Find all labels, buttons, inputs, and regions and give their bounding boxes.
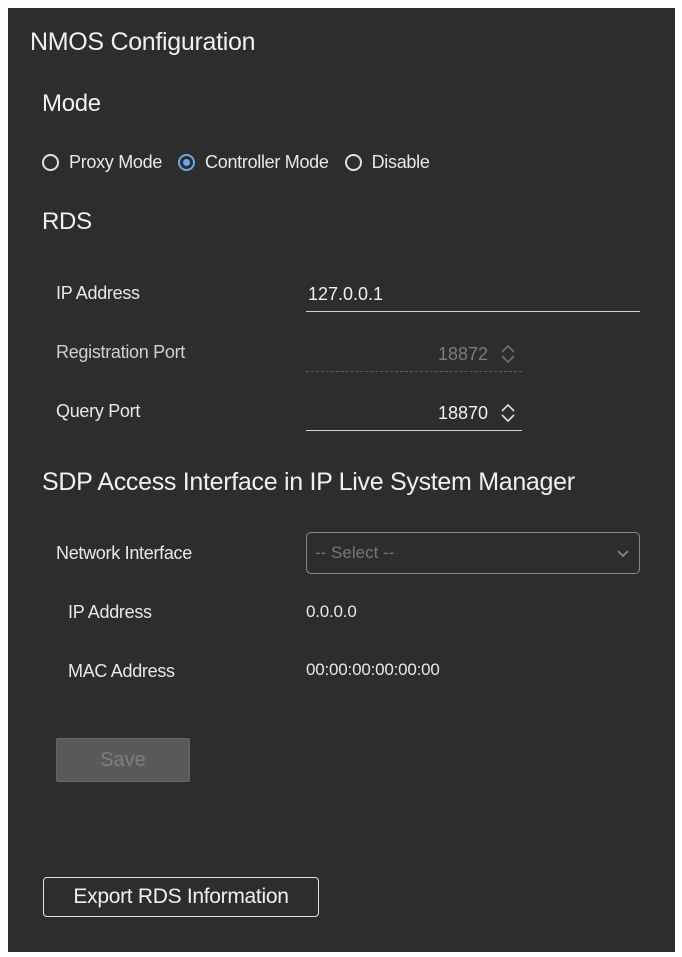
export-rds-information-button[interactable]: Export RDS Information bbox=[43, 877, 319, 917]
rds-ip-address-label: IP Address bbox=[56, 283, 140, 303]
chevron-down-icon bbox=[617, 550, 629, 558]
up-down-spinner-icon[interactable] bbox=[498, 401, 518, 425]
radio-disable-label: Disable bbox=[371, 152, 430, 172]
up-down-spinner-icon bbox=[501, 344, 515, 364]
radio-disable[interactable]: Disable bbox=[344, 152, 430, 173]
rds-ip-address-value: 127.0.0.1 bbox=[308, 284, 384, 304]
query-port-input[interactable]: 18870 bbox=[306, 397, 522, 431]
mac-address-value: 00:00:00:00:00:00 bbox=[306, 660, 440, 679]
network-interface-selected-value: -- Select -- bbox=[315, 543, 395, 562]
registration-port-input: 18872 bbox=[306, 338, 522, 372]
radio-proxy-mode[interactable]: Proxy Mode bbox=[42, 152, 162, 173]
sdp-heading: SDP Access Interface in IP Live System M… bbox=[42, 468, 575, 496]
sdp-ip-address-value: 0.0.0.0 bbox=[306, 602, 357, 621]
panel-title: NMOS Configuration bbox=[30, 28, 256, 56]
rds-heading: RDS bbox=[42, 208, 92, 235]
mode-heading: Mode bbox=[42, 90, 101, 117]
network-interface-select[interactable]: -- Select -- bbox=[306, 532, 640, 574]
radio-button-icon[interactable] bbox=[344, 154, 362, 171]
radio-proxy-mode-label: Proxy Mode bbox=[69, 152, 163, 172]
query-port-label: Query Port bbox=[56, 401, 141, 421]
radio-controller-mode-label: Controller Mode bbox=[205, 152, 329, 172]
network-interface-label: Network Interface bbox=[56, 543, 192, 563]
save-button[interactable]: Save bbox=[56, 738, 190, 782]
radio-button-checked-icon[interactable] bbox=[178, 154, 196, 171]
registration-port-value: 18872 bbox=[437, 344, 488, 364]
mac-address-label: MAC Address bbox=[68, 661, 175, 681]
registration-port-label: Registration Port bbox=[56, 342, 185, 362]
nmos-configuration-panel: NMOS Configuration Mode Proxy Mode Contr… bbox=[8, 8, 675, 952]
rds-ip-address-input[interactable]: 127.0.0.1 bbox=[306, 280, 640, 312]
mode-radio-group: Proxy Mode Controller Mode Disable bbox=[42, 152, 446, 173]
sdp-ip-address-label: IP Address bbox=[68, 602, 152, 622]
query-port-value: 18870 bbox=[437, 403, 488, 423]
radio-button-icon[interactable] bbox=[42, 154, 59, 171]
radio-controller-mode[interactable]: Controller Mode bbox=[178, 152, 329, 173]
